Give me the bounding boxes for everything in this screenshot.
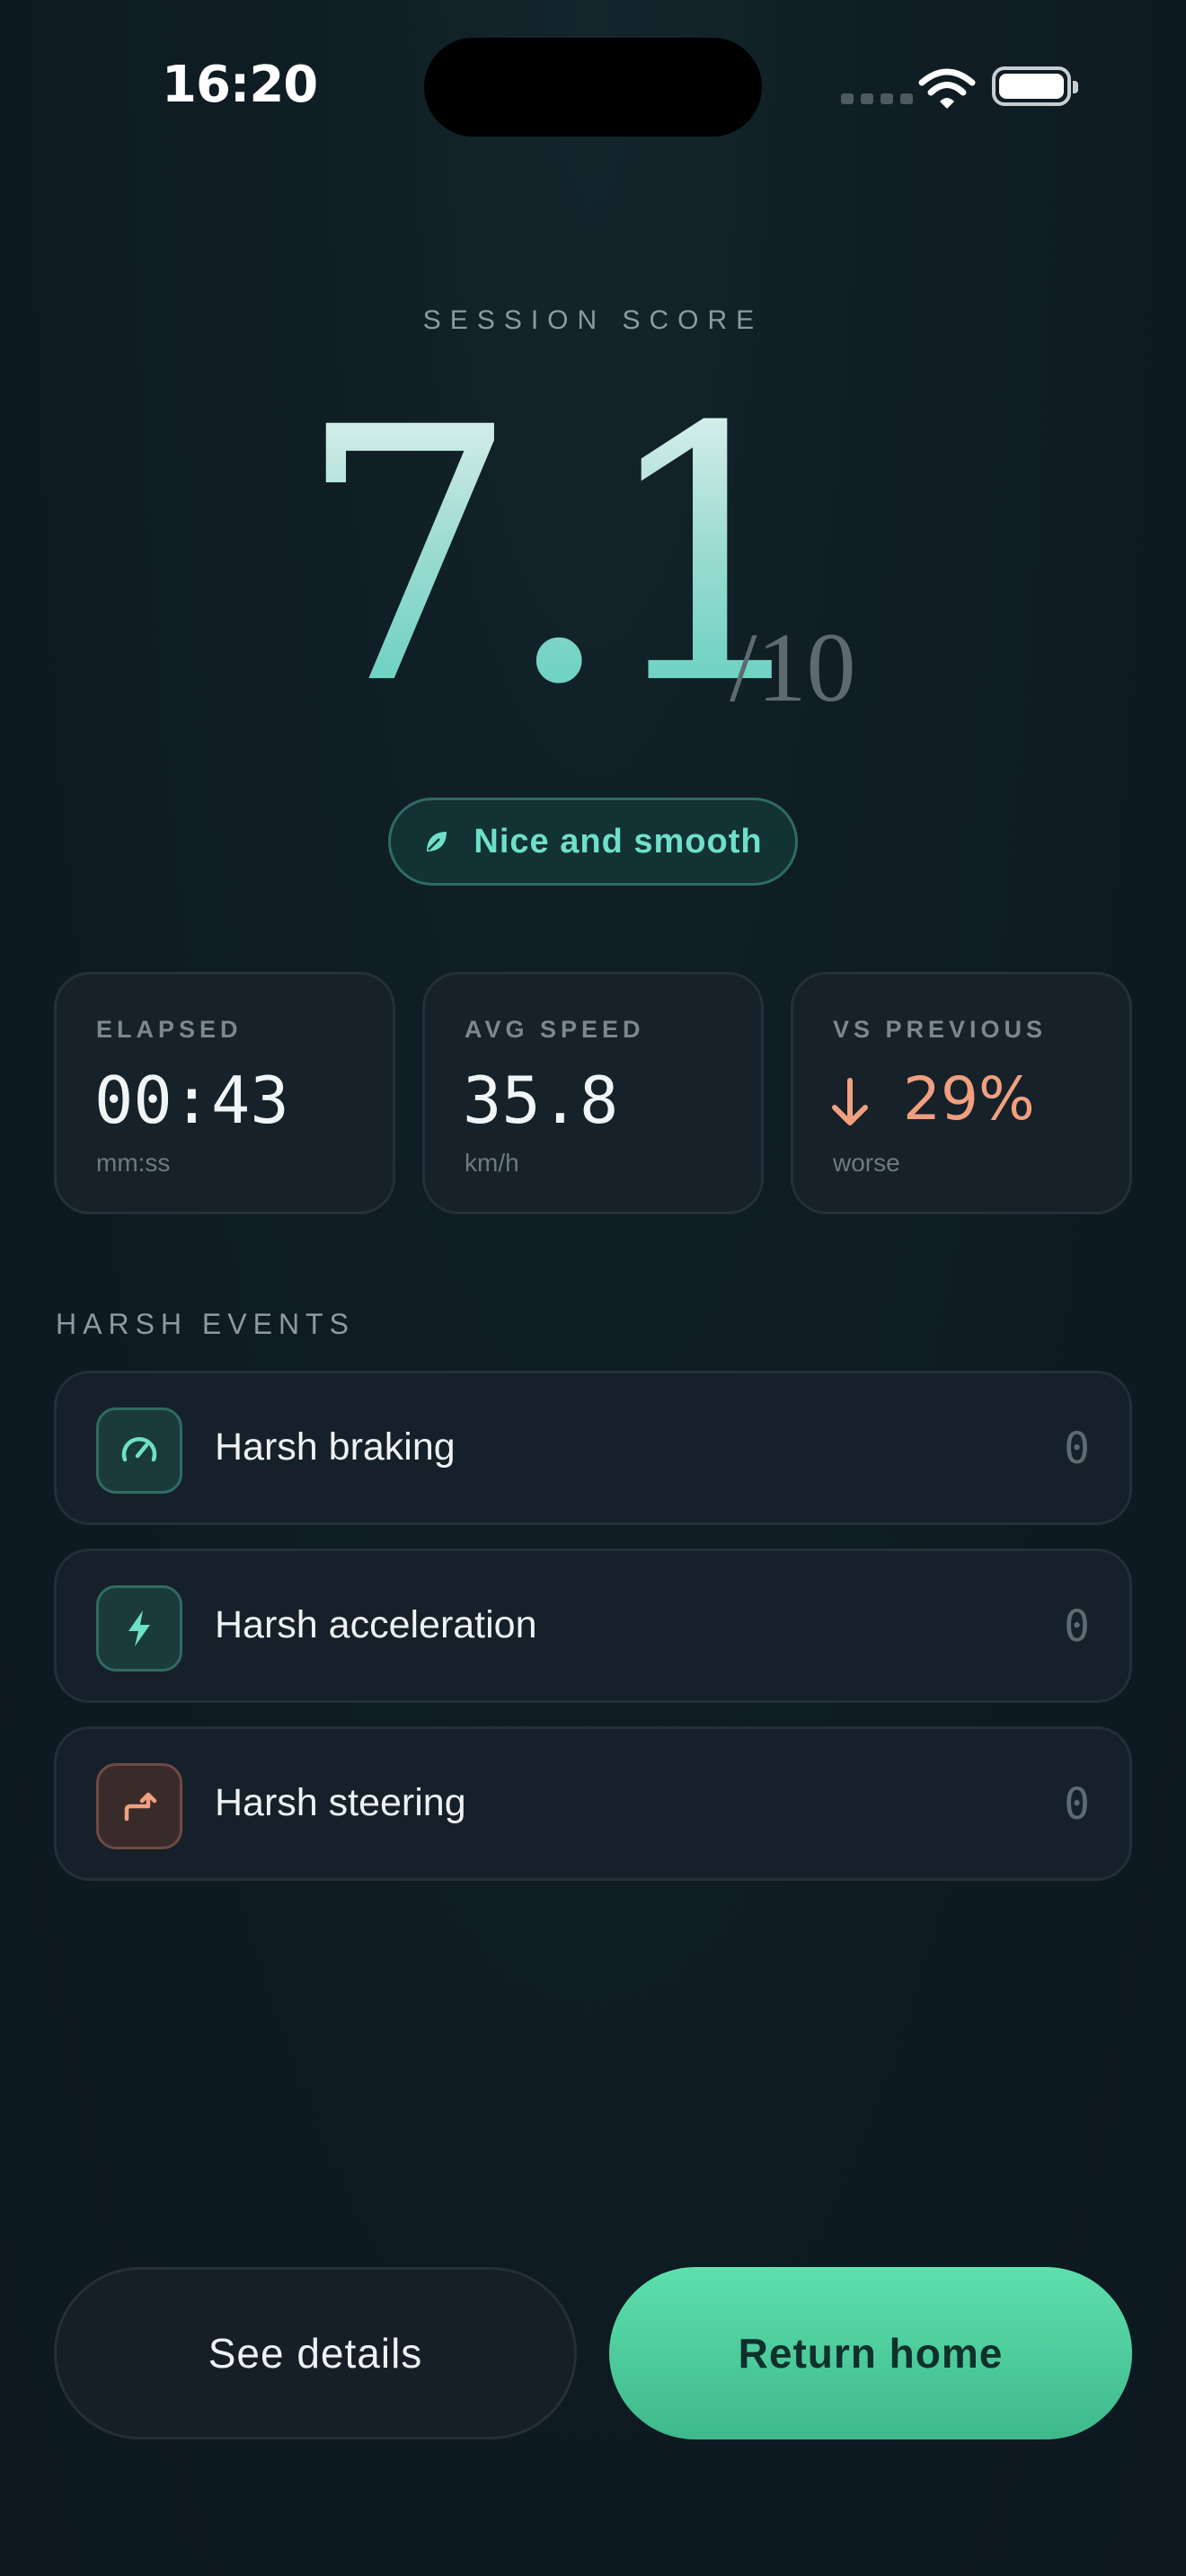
stat-unit: mm:ss	[96, 1149, 171, 1177]
stat-value: 00:43	[94, 1063, 289, 1138]
status-bar: 16:20	[0, 0, 1186, 162]
turn-arrow-icon	[96, 1763, 182, 1849]
status-time: 16:20	[162, 56, 318, 114]
event-count: 0	[1064, 1601, 1090, 1652]
stat-card-elapsed: ELAPSED 00:43 mm:ss	[54, 972, 395, 1214]
event-name: Harsh braking	[215, 1425, 456, 1469]
stat-card-vs-previous: VS PREVIOUS 29% worse	[791, 972, 1132, 1214]
speedometer-icon	[96, 1407, 182, 1494]
event-name: Harsh steering	[215, 1781, 466, 1824]
stat-label: VS PREVIOUS	[833, 1016, 1048, 1043]
stat-label: ELAPSED	[96, 1016, 243, 1043]
stats-row: ELAPSED 00:43 mm:ss AVG SPEED 35.8 km/h …	[54, 972, 1132, 1214]
battery-icon	[992, 66, 1078, 106]
event-row-harsh-braking[interactable]: Harsh braking 0	[54, 1371, 1132, 1525]
event-name: Harsh acceleration	[215, 1603, 537, 1646]
return-home-button[interactable]: Return home	[609, 2267, 1132, 2439]
stat-label: AVG SPEED	[465, 1016, 645, 1043]
arrow-down-icon	[832, 1078, 868, 1125]
score-max: /10	[730, 613, 856, 722]
stat-unit: km/h	[465, 1149, 519, 1177]
leaf-icon	[427, 832, 447, 851]
event-count: 0	[1064, 1424, 1090, 1474]
stat-value: 29%	[903, 1064, 1035, 1134]
stat-value: 35.8	[463, 1063, 619, 1138]
dynamic-island	[424, 38, 762, 137]
stat-card-avg-speed: AVG SPEED 35.8 km/h	[422, 972, 764, 1214]
lightning-icon	[96, 1585, 182, 1672]
stat-unit: worse	[833, 1149, 900, 1177]
rating-badge-text: Nice and smooth	[474, 822, 763, 860]
cellular-signal-icon	[841, 93, 913, 104]
score-display: 7.1 /10	[0, 382, 1186, 732]
harsh-events-heading: HARSH EVENTS	[56, 1308, 355, 1340]
event-row-harsh-acceleration[interactable]: Harsh acceleration 0	[54, 1548, 1132, 1703]
rating-badge: Nice and smooth	[388, 798, 798, 886]
wifi-icon	[918, 68, 976, 109]
see-details-button[interactable]: See details	[54, 2267, 577, 2439]
event-count: 0	[1064, 1779, 1090, 1830]
session-score-label: SESSION SCORE	[422, 305, 764, 335]
event-row-harsh-steering[interactable]: Harsh steering 0	[54, 1726, 1132, 1881]
